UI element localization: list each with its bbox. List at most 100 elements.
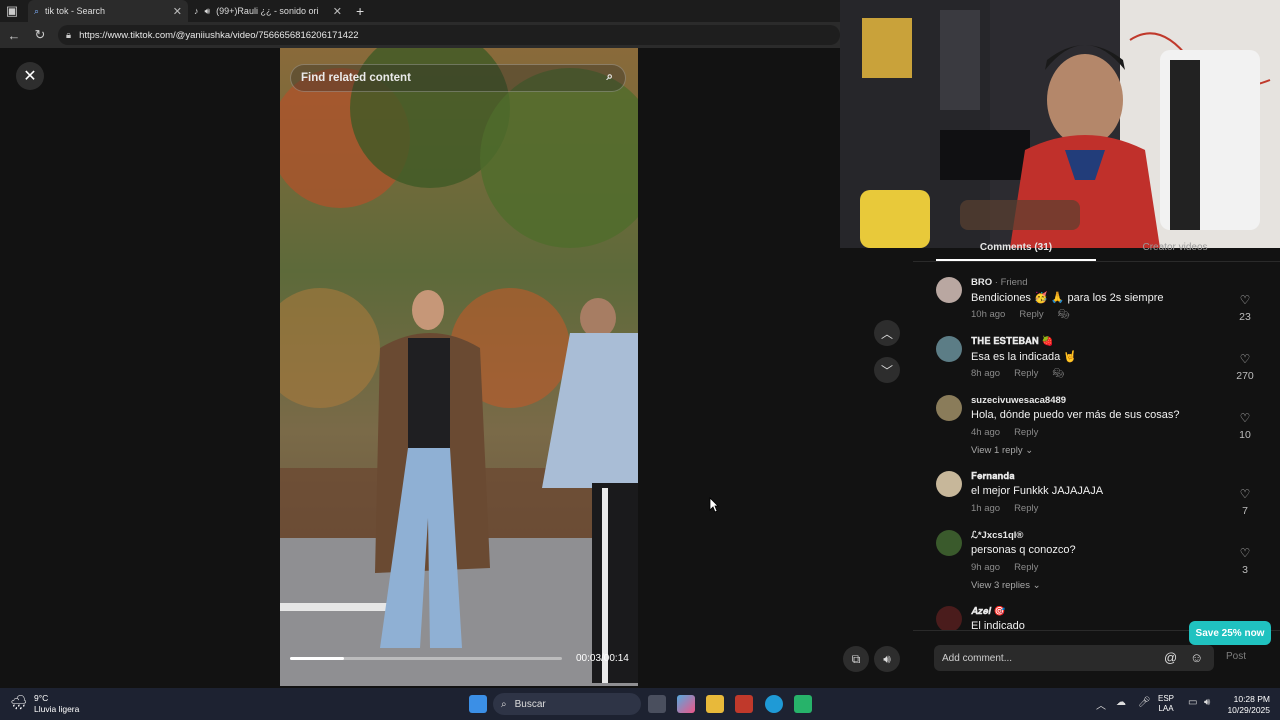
video-frame <box>280 48 638 686</box>
close-icon[interactable]: ✕ <box>16 62 44 90</box>
creator-liked-icon: 🎭︎ <box>1057 309 1070 320</box>
mention-icon[interactable]: @ <box>1164 650 1177 665</box>
back-icon[interactable]: ← <box>6 28 22 43</box>
url-field[interactable]: 🔒︎ https://www.tiktok.com/@yaniiushka/vi… <box>58 25 840 45</box>
post-button[interactable]: Post <box>1226 651 1246 662</box>
like-button[interactable]: ♡ 23 <box>1230 293 1260 323</box>
heart-icon: ♡ <box>1239 411 1251 425</box>
microphone-icon[interactable]: 🎤︎ <box>1138 697 1151 708</box>
friend-tag: · Friend <box>992 277 1028 288</box>
lang-top: ESP <box>1158 694 1175 703</box>
tab-comments[interactable]: Comments (31) <box>936 242 1096 253</box>
comment-meta: 8h ago Reply 🎭︎ <box>971 368 1078 379</box>
comment-text: el mejor Funkkk JAJAJAJA <box>971 485 1104 497</box>
add-comment-placeholder: Add comment... <box>942 652 1013 664</box>
heart-icon: ♡ <box>1239 352 1251 366</box>
comment-time: 4h ago <box>971 427 1001 438</box>
comment-meta: 1h ago Reply <box>971 503 1052 514</box>
avatar[interactable] <box>936 277 962 303</box>
comment-username[interactable]: 𝐅𝐞𝐫𝐧𝐚𝐧𝐝𝐚 <box>971 471 1015 482</box>
volume-button[interactable]: 🔊︎ <box>874 646 900 672</box>
clock-date: 10/29/2025 <box>1227 705 1270 715</box>
comment-text: Esa es la indicada 🤘 <box>971 351 1078 363</box>
speaker-icon: 🔊︎ <box>883 651 891 666</box>
tab-tiktok[interactable]: ♪ 🔊︎ (99+)Rauli ¿¿ - sonido origi ✕ <box>188 0 348 22</box>
video-time: 00:03/00:14 <box>576 653 629 664</box>
close-tab-icon[interactable]: ✕ <box>333 5 342 18</box>
webcam-frame <box>840 0 1280 248</box>
comment-item: suzecivuwesaca8489 Hola, dónde puedo ver… <box>936 395 1260 461</box>
save-promo-button[interactable]: Save 25% now <box>1189 621 1271 645</box>
emoji-icon[interactable]: ☺ <box>1190 650 1203 665</box>
comment-username[interactable]: ℒ*Jxcs1ql® <box>971 530 1023 541</box>
start-icon[interactable] <box>469 695 487 713</box>
like-button[interactable]: ♡ 270 <box>1230 352 1260 382</box>
clock-time: 10:28 PM <box>1233 694 1270 704</box>
file-explorer-icon[interactable] <box>706 695 724 713</box>
comment-text: Hola, dónde puedo ver más de sus cosas? <box>971 409 1180 421</box>
search-icon: ⌕ <box>34 5 40 16</box>
avatar[interactable] <box>936 336 962 362</box>
avatar[interactable] <box>936 471 962 497</box>
taskbar-search-label: Buscar <box>514 698 546 710</box>
reply-link[interactable]: Reply <box>1014 368 1038 379</box>
mcafee-icon[interactable] <box>735 695 753 713</box>
task-view-icon[interactable] <box>648 695 666 713</box>
speaker-icon[interactable]: 🔊︎ <box>205 6 211 17</box>
clock[interactable]: 10:28 PM 10/29/2025 <box>1222 694 1270 716</box>
taskbar-search[interactable]: ⌕ Buscar <box>493 693 641 715</box>
reply-link[interactable]: Reply <box>1014 427 1038 438</box>
comment-username[interactable]: BRO · Friend <box>971 277 1028 288</box>
like-count: 23 <box>1239 311 1251 323</box>
reply-link[interactable]: Reply <box>1014 562 1038 573</box>
edge-icon[interactable] <box>765 695 783 713</box>
comment-time: 8h ago <box>971 368 1001 379</box>
video-player[interactable] <box>280 48 638 686</box>
add-comment-input[interactable]: Add comment... @ ☺ <box>934 645 1214 671</box>
avatar[interactable] <box>936 606 962 630</box>
avatar[interactable] <box>936 530 962 556</box>
avatar[interactable] <box>936 395 962 421</box>
like-button[interactable]: ♡ 3 <box>1230 546 1260 576</box>
comment-item: ℒ*Jxcs1ql® personas q conozco? 9h ago Rep… <box>936 530 1260 596</box>
search-icon: ⌕ <box>501 698 507 710</box>
heart-icon: ♡ <box>1239 487 1251 501</box>
tiktok-icon: ♪ <box>194 6 199 16</box>
webcam-overlay <box>840 0 1280 248</box>
view-replies-button[interactable]: View 1 reply ⌄ <box>971 445 1033 456</box>
comment-username[interactable]: suzecivuwesaca8489 <box>971 395 1066 406</box>
like-button[interactable]: ♡ 7 <box>1230 487 1260 517</box>
network-icon[interactable]: ▭ <box>1188 697 1197 708</box>
weather-condition: Lluvia ligera <box>34 704 80 714</box>
next-video-button[interactable]: ﹀ <box>874 357 900 383</box>
comment-username[interactable]: 𝐓𝐇𝐄 𝐄𝐒𝐓𝐄𝐁𝐀𝐍 🍓 <box>971 336 1053 347</box>
view-replies-button[interactable]: View 3 replies ⌄ <box>971 580 1041 591</box>
comment-item: 𝐅𝐞𝐫𝐧𝐚𝐧𝐝𝐚 el mejor Funkkk JAJAJAJA 1h ago… <box>936 471 1260 521</box>
language-indicator[interactable]: ESP LAA <box>1158 694 1174 714</box>
tab-creator-videos[interactable]: Creator videos <box>1100 242 1250 253</box>
tab-actions-icon[interactable]: ▣ <box>4 3 20 19</box>
like-count: 270 <box>1236 370 1254 382</box>
speaker-icon[interactable]: 🔊︎ <box>1204 697 1210 708</box>
find-related-search[interactable]: Find related content ⌕ <box>290 64 626 92</box>
comment-time: 10h ago <box>971 309 1006 320</box>
new-tab-icon[interactable]: + <box>356 3 364 19</box>
copilot-icon[interactable] <box>677 695 695 713</box>
previous-video-button[interactable]: ︿ <box>874 320 900 346</box>
address-bar-row: ← ↻ 🔒︎ https://www.tiktok.com/@yaniiushk… <box>0 22 840 48</box>
close-tab-icon[interactable]: ✕ <box>173 5 182 18</box>
refresh-icon[interactable]: ↻ <box>32 27 48 43</box>
lock-icon: 🔒︎ <box>66 29 72 41</box>
comment-username[interactable]: 𝑨𝒛𝒆𝒍 🎯 <box>971 606 1005 617</box>
chevron-up-icon[interactable]: ︿ <box>1096 697 1106 712</box>
reply-link[interactable]: Reply <box>1014 503 1038 514</box>
like-button[interactable]: ♡ 10 <box>1230 411 1260 441</box>
cloud-icon[interactable]: ☁ <box>1116 697 1126 708</box>
comment-text: El indicado <box>971 620 1025 630</box>
search-icon[interactable]: ⌕ <box>607 71 613 84</box>
app-icon[interactable] <box>794 695 812 713</box>
picture-in-picture-button[interactable]: ⧉ <box>843 646 869 672</box>
reply-link[interactable]: Reply <box>1019 309 1043 320</box>
video-progress-fill <box>290 657 345 660</box>
tab-search[interactable]: ⌕ tik tok - Search ✕ <box>28 0 188 22</box>
